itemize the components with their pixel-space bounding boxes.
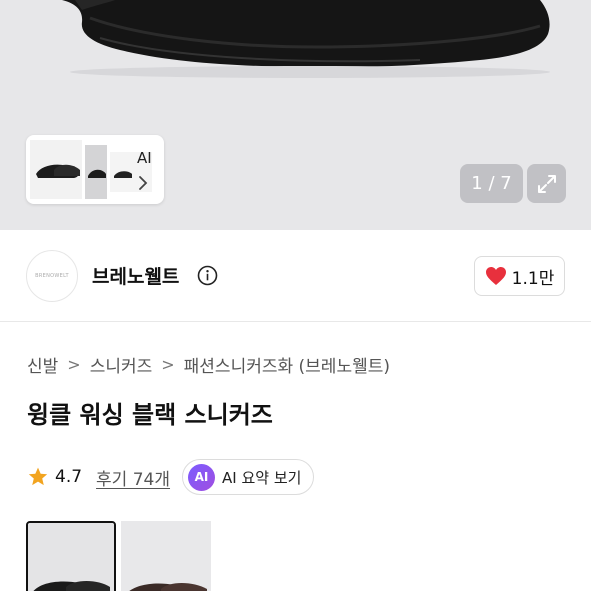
product-title: 윙클 워싱 블랙 스니커즈 <box>27 401 273 429</box>
info-icon[interactable] <box>197 265 218 286</box>
ai-summary-button[interactable]: AI AI 요약 보기 <box>182 459 315 495</box>
variant-photo <box>121 521 211 591</box>
ai-similar-card[interactable]: AI <box>26 135 164 204</box>
brand-logo[interactable]: BRENOWELT <box>26 250 78 302</box>
chevron-right-icon: > <box>161 355 175 374</box>
star-icon <box>28 467 48 486</box>
heart-icon <box>485 267 506 285</box>
ai-badge-icon: AI <box>188 463 216 491</box>
expand-button[interactable] <box>527 164 566 203</box>
variant-thumbnail-black[interactable] <box>26 521 116 591</box>
variant-photo <box>28 523 114 591</box>
expand-icon <box>537 174 556 193</box>
breadcrumb-item[interactable]: 신발 <box>27 352 58 377</box>
chevron-right-icon <box>139 176 148 190</box>
breadcrumb-item[interactable]: 스니커즈 <box>90 352 153 377</box>
ai-thumbnail-strip <box>30 140 152 199</box>
ai-card-label: AI <box>137 149 152 167</box>
variant-thumbnail-brown[interactable] <box>121 521 211 591</box>
product-image[interactable]: AI 1 / 7 <box>0 0 591 230</box>
breadcrumb-item[interactable]: 패션스니커즈화 (브레노웰트) <box>184 352 390 377</box>
rating-row: 4.7 후기 74개 AI AI 요약 보기 <box>27 459 315 495</box>
image-counter: 1 / 7 <box>460 164 523 203</box>
rating-value: 4.7 <box>55 467 83 487</box>
brand-row: BRENOWELT 브레노웰트 1.1만 <box>0 232 591 322</box>
chevron-right-icon: > <box>67 355 81 374</box>
ai-summary-label: AI 요약 보기 <box>222 468 302 487</box>
breadcrumb: 신발 > 스니커즈 > 패션스니커즈화 (브레노웰트) <box>27 352 390 377</box>
brand-name[interactable]: 브레노웰트 <box>92 262 179 289</box>
like-count: 1.1만 <box>511 268 555 289</box>
brand-like-button[interactable]: 1.1만 <box>474 256 565 296</box>
review-link[interactable]: 후기 74개 <box>96 465 170 490</box>
